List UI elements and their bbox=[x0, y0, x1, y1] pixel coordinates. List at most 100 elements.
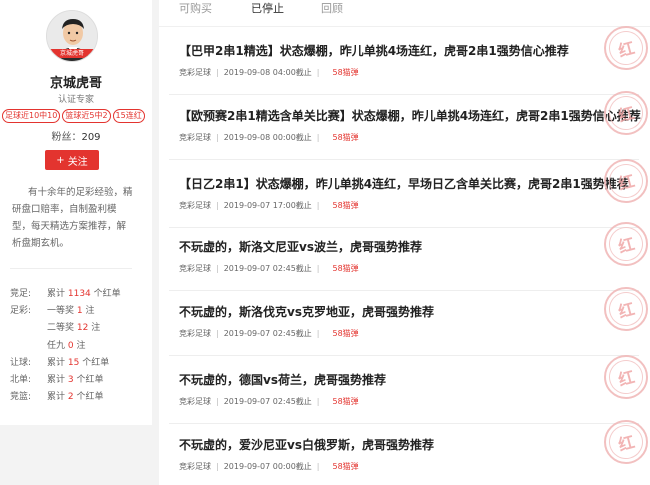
fans-count: 粉丝：209 bbox=[0, 128, 152, 143]
tab-stopped[interactable]: 已停止 bbox=[251, 0, 284, 16]
list-item[interactable]: 【欧预赛2串1精选含单关比赛】状态爆棚，昨儿单挑4场连红，虎哥2串1强势信心推荐… bbox=[169, 91, 648, 167]
item-price: 58猫弹 bbox=[332, 264, 359, 273]
stat-prefix: 累计 bbox=[47, 374, 68, 385]
list-item[interactable]: 【日乙2串1】状态爆棚，昨儿单挑4连红，早场日乙含单关比赛，虎哥2串1强势推荐 … bbox=[169, 159, 648, 235]
win-stamp-icon: 红 bbox=[604, 355, 648, 399]
item-meta: 竞彩足球 | 2019-09-08 04:00截止 | 58猫弹 bbox=[179, 68, 359, 77]
win-stamp-icon: 红 bbox=[604, 26, 648, 70]
stat-prefix: 累计 bbox=[47, 392, 68, 403]
item-title[interactable]: 不玩虚的，斯洛伐克vs克罗地亚，虎哥强势推荐 bbox=[179, 303, 434, 320]
stat-row: 任九 0 注 bbox=[10, 338, 150, 355]
item-divider bbox=[169, 423, 639, 424]
record-badges: 足球近10中10 篮球近5中2 15连红 bbox=[2, 109, 152, 123]
stat-prefix: 任九 bbox=[47, 340, 68, 351]
stamp-text: 红 bbox=[605, 421, 647, 463]
stat-label bbox=[10, 338, 47, 355]
item-time: 2019-09-08 00:00截止 bbox=[223, 133, 312, 142]
stamp-text: 红 bbox=[605, 92, 647, 134]
stat-row: 竞篮: 累计 2 个红单 bbox=[10, 389, 150, 406]
stat-prefix: 一等奖 bbox=[47, 306, 77, 317]
stat-number: 15 bbox=[67, 357, 80, 368]
list-item[interactable]: 不玩虚的，斯洛文尼亚vs波兰，虎哥强势推荐 竞彩足球 | 2019-09-07 0… bbox=[169, 222, 648, 298]
stat-label: 竞篮: bbox=[10, 392, 32, 403]
list-item[interactable]: 不玩虚的，斯洛伐克vs克罗地亚，虎哥强势推荐 竞彩足球 | 2019-09-07 … bbox=[169, 287, 648, 363]
stat-prefix: 累计 bbox=[47, 357, 68, 368]
item-title[interactable]: 【欧预赛2串1精选含单关比赛】状态爆棚，昨儿单挑4场连红，虎哥2串1强势信心推荐 bbox=[179, 107, 641, 124]
stat-suffix: 个红单 bbox=[79, 357, 110, 368]
tab-available[interactable]: 可购买 bbox=[179, 0, 212, 16]
stat-row: 二等奖 12 注 bbox=[10, 320, 150, 337]
list-item[interactable]: 不玩虚的，德国vs荷兰，虎哥强势推荐 竞彩足球 | 2019-09-07 02:4… bbox=[169, 355, 648, 431]
stat-row: 足彩: 一等奖 1 注 bbox=[10, 303, 150, 320]
item-meta: 竞彩足球 | 2019-09-07 00:00截止 | 58猫弹 bbox=[179, 462, 359, 471]
record-badge: 篮球近5中2 bbox=[62, 109, 111, 123]
stat-label bbox=[10, 320, 47, 337]
expert-profile-card: 京城虎哥 京城虎哥 认证专家 足球近10中10 篮球近5中2 15连红 粉丝：2… bbox=[0, 0, 152, 425]
item-title[interactable]: 【日乙2串1】状态爆棚，昨儿单挑4连红，早场日乙含单关比赛，虎哥2串1强势推荐 bbox=[179, 175, 629, 192]
list-item[interactable]: 【巴甲2串1精选】状态爆棚，昨儿单挑4场连红，虎哥2串1强势信心推荐 竞彩足球 |… bbox=[169, 26, 648, 102]
avatar[interactable]: 京城虎哥 bbox=[46, 10, 98, 62]
item-price: 58猫弹 bbox=[332, 201, 359, 210]
item-meta: 竞彩足球 | 2019-09-08 00:00截止 | 58猫弹 bbox=[179, 133, 359, 142]
item-price: 58猫弹 bbox=[332, 397, 359, 406]
item-category: 竞彩足球 bbox=[179, 264, 211, 273]
item-divider bbox=[169, 94, 639, 95]
stamp-text: 红 bbox=[605, 223, 647, 265]
stat-suffix: 注 bbox=[82, 306, 95, 317]
item-title[interactable]: 【巴甲2串1精选】状态爆棚，昨儿单挑4场连红，虎哥2串1强势信心推荐 bbox=[179, 42, 569, 59]
stat-label: 北单: bbox=[10, 374, 32, 385]
item-category: 竞彩足球 bbox=[179, 329, 211, 338]
item-divider bbox=[169, 159, 639, 160]
item-category: 竞彩足球 bbox=[179, 397, 211, 406]
item-price: 58猫弹 bbox=[332, 462, 359, 471]
stat-suffix: 个红单 bbox=[90, 289, 121, 299]
stats-list: 竞足: 累计 1134 个红单 足彩: 一等奖 1 注 二等奖 12 注 任九 … bbox=[10, 286, 150, 406]
stat-row: 北单: 累计 3 个红单 bbox=[10, 372, 150, 389]
win-stamp-icon: 红 bbox=[604, 159, 648, 203]
fans-number: 209 bbox=[81, 132, 101, 143]
stat-number: 1134 bbox=[67, 289, 91, 299]
item-divider bbox=[169, 290, 639, 291]
plus-icon: + bbox=[56, 154, 65, 166]
avatar-tag: 京城虎哥 bbox=[47, 49, 97, 58]
item-category: 竞彩足球 bbox=[179, 133, 211, 142]
item-meta: 竞彩足球 | 2019-09-07 02:45截止 | 58猫弹 bbox=[179, 264, 359, 273]
fans-label: 粉丝： bbox=[51, 132, 82, 143]
tab-divider bbox=[159, 26, 650, 27]
item-meta: 竞彩足球 | 2019-09-07 17:00截止 | 58猫弹 bbox=[179, 201, 359, 210]
stat-label: 竞足: bbox=[10, 289, 32, 299]
stamp-text: 红 bbox=[605, 27, 647, 69]
list-item[interactable]: 不玩虚的，爱沙尼亚vs白俄罗斯，虎哥强势推荐 竞彩足球 | 2019-09-07 … bbox=[169, 420, 648, 485]
stat-label: 足彩: bbox=[10, 306, 32, 317]
item-time: 2019-09-07 02:45截止 bbox=[223, 264, 312, 273]
stat-row: 让球: 累计 15 个红单 bbox=[10, 355, 150, 372]
win-stamp-icon: 红 bbox=[604, 222, 648, 266]
stat-suffix: 个红单 bbox=[73, 392, 104, 403]
item-title[interactable]: 不玩虚的，爱沙尼亚vs白俄罗斯，虎哥强势推荐 bbox=[179, 436, 434, 453]
item-time: 2019-09-07 17:00截止 bbox=[223, 201, 312, 210]
item-title[interactable]: 不玩虚的，德国vs荷兰，虎哥强势推荐 bbox=[179, 371, 386, 388]
item-time: 2019-09-07 02:45截止 bbox=[223, 329, 312, 338]
stat-label: 让球: bbox=[10, 357, 32, 368]
tab-review[interactable]: 回顾 bbox=[321, 0, 343, 16]
expert-title: 认证专家 bbox=[57, 95, 94, 105]
stat-row: 竞足: 累计 1134 个红单 bbox=[10, 286, 150, 303]
record-badge: 15连红 bbox=[112, 109, 145, 123]
win-stamp-icon: 红 bbox=[604, 287, 648, 331]
item-price: 58猫弹 bbox=[332, 133, 359, 142]
item-title[interactable]: 不玩虚的，斯洛文尼亚vs波兰，虎哥强势推荐 bbox=[179, 238, 422, 255]
item-price: 58猫弹 bbox=[332, 68, 359, 77]
item-price: 58猫弹 bbox=[332, 329, 359, 338]
follow-button[interactable]: + 关注 bbox=[45, 150, 99, 170]
tab-bar: 可购买 已停止 回顾 bbox=[159, 0, 650, 18]
stat-prefix: 累计 bbox=[47, 289, 68, 299]
win-stamp-icon: 红 bbox=[604, 420, 648, 464]
item-category: 竞彩足球 bbox=[179, 201, 211, 210]
item-category: 竞彩足球 bbox=[179, 462, 211, 471]
expert-name: 京城虎哥 bbox=[49, 76, 102, 91]
item-divider bbox=[169, 355, 639, 356]
stat-suffix: 个红单 bbox=[73, 374, 104, 385]
recommendation-panel: 可购买 已停止 回顾 【巴甲2串1精选】状态爆棚，昨儿单挑4场连红，虎哥2串1强… bbox=[159, 0, 650, 485]
stamp-text: 红 bbox=[605, 288, 647, 330]
stat-prefix: 二等奖 bbox=[47, 323, 77, 334]
